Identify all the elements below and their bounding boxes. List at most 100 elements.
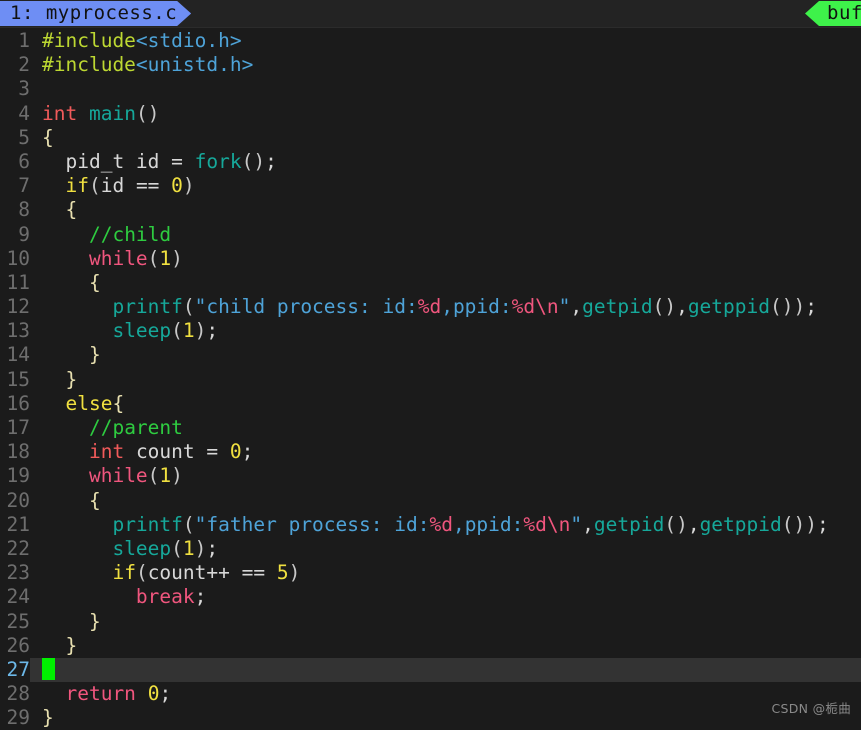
- code-line[interactable]: 22 sleep(1);: [0, 537, 861, 561]
- code-token: <unistd.h>: [135, 53, 254, 77]
- line-number: 20: [6, 488, 30, 512]
- code-line[interactable]: 2 #include<unistd.h>: [0, 53, 861, 77]
- code-line[interactable]: 12 printf("child process: id:%d,ppid:%d\…: [0, 295, 861, 319]
- code-line[interactable]: 8 {: [0, 198, 861, 222]
- code-token: ;: [805, 295, 817, 319]
- code-line-text: if(count++ == 5): [42, 561, 300, 584]
- code-token: ,: [582, 512, 594, 536]
- code-token: {: [88, 270, 101, 294]
- code-line[interactable]: 11 {: [0, 271, 861, 295]
- code-token: ): [182, 174, 195, 198]
- tab-buffers[interactable]: buf: [805, 1, 861, 26]
- code-token: 1: [159, 464, 172, 488]
- code-line[interactable]: 3: [0, 77, 861, 101]
- code-line[interactable]: 5{: [0, 126, 861, 150]
- code-line[interactable]: 18 int count = 0;: [0, 440, 861, 464]
- line-number: 10: [6, 246, 30, 270]
- code-line[interactable]: 15 }: [0, 368, 861, 392]
- code-editor-area[interactable]: 1 #include<stdio.h> 2 #include<unistd.h> 3 4 i…: [0, 28, 861, 729]
- code-token: {: [112, 391, 125, 415]
- code-token: if: [112, 561, 136, 585]
- code-line[interactable]: 16 else{: [0, 392, 861, 416]
- code-line[interactable]: 9 //child: [0, 223, 861, 247]
- code-token: (: [147, 246, 160, 270]
- line-number: 14: [6, 343, 30, 367]
- code-line[interactable]: 19 while(1): [0, 464, 861, 488]
- code-token: %d: [511, 295, 536, 319]
- code-line[interactable]: 29}: [0, 706, 861, 730]
- line-number: 4: [18, 101, 30, 125]
- code-line[interactable]: 25 }: [0, 610, 861, 634]
- code-line-text: break;: [42, 585, 206, 608]
- code-line[interactable]: 21 printf("father process: id:%d,ppid:%d…: [0, 513, 861, 537]
- code-line[interactable]: 6 pid_t id = fork();: [0, 150, 861, 174]
- code-line-text: while(1): [42, 464, 183, 487]
- code-line-text: int main(): [42, 102, 159, 125]
- code-token: }: [88, 343, 101, 367]
- line-number: 15: [6, 367, 30, 391]
- line-number: 11: [6, 270, 30, 294]
- line-number: 21: [6, 512, 30, 536]
- code-token: ,: [687, 512, 700, 536]
- line-number: 17: [6, 416, 30, 439]
- code-line[interactable]: 20 {: [0, 489, 861, 513]
- code-token: fork: [194, 149, 242, 173]
- code-token: ,ppid:: [452, 512, 524, 536]
- code-token: break: [135, 585, 195, 609]
- code-token: 1: [182, 536, 195, 560]
- code-token: ": [570, 512, 583, 536]
- code-line[interactable]: 13 sleep(1);: [0, 319, 861, 343]
- code-token: getpid: [582, 295, 653, 319]
- code-line-text: int count = 0;: [42, 440, 253, 463]
- code-line-text: while(1): [42, 247, 183, 270]
- code-token: sleep: [112, 319, 172, 343]
- line-number: 6: [18, 149, 30, 173]
- code-token: ): [171, 464, 183, 488]
- line-number: 28: [6, 682, 30, 706]
- code-token: "father process: id:: [194, 512, 430, 536]
- code-token: 0: [171, 174, 183, 198]
- code-line-text: {: [42, 198, 77, 221]
- code-token: #include: [42, 53, 136, 77]
- code-line[interactable]: 4 int main(): [0, 102, 861, 126]
- code-line-text: }: [42, 706, 54, 729]
- code-token: ,: [676, 295, 688, 319]
- code-line-text: #include<unistd.h>: [42, 53, 253, 76]
- code-line[interactable]: 17 //parent: [0, 416, 861, 440]
- code-token: 0: [147, 682, 160, 706]
- code-line[interactable]: 28 return 0;: [0, 682, 861, 706]
- code-line[interactable]: 1 #include<stdio.h>: [0, 29, 861, 53]
- code-token: =: [171, 149, 183, 173]
- code-token: (: [88, 174, 101, 198]
- code-line-text: //parent: [42, 416, 183, 439]
- code-line[interactable]: 24 break;: [0, 585, 861, 609]
- code-line[interactable]: 7 if(id == 0): [0, 174, 861, 198]
- tab-bar: 1: myprocess.c buf: [0, 0, 861, 28]
- code-token: {: [65, 198, 78, 222]
- code-token: 1: [159, 246, 172, 270]
- line-number: 22: [6, 536, 30, 560]
- code-token: ()): [781, 512, 817, 536]
- code-line[interactable]: 26 }: [0, 634, 861, 658]
- tab-myprocess-c[interactable]: 1: myprocess.c: [0, 1, 191, 26]
- line-number: 19: [6, 464, 30, 488]
- code-token: ): [194, 536, 207, 560]
- code-line[interactable]: 14 }: [0, 343, 861, 367]
- code-token: #include: [42, 29, 136, 52]
- code-token: sleep: [112, 536, 172, 560]
- line-number: 25: [6, 609, 30, 633]
- code-line-text: {: [42, 126, 54, 149]
- code-line[interactable]: 10 while(1): [0, 247, 861, 271]
- code-token: (: [182, 512, 195, 536]
- code-token: ;: [206, 536, 219, 560]
- code-line[interactable]: 27: [0, 657, 861, 683]
- code-token: }: [42, 706, 54, 730]
- code-token: %d: [523, 512, 547, 536]
- code-line[interactable]: 23 if(count++ == 5): [0, 561, 861, 585]
